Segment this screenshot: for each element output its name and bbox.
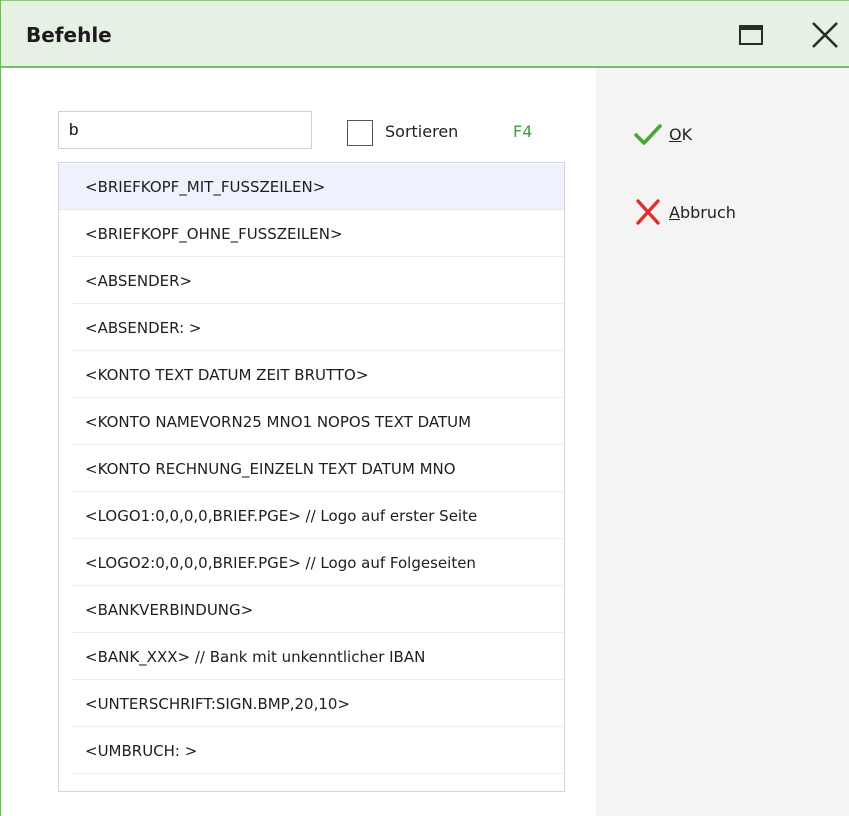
sort-label[interactable]: Sortieren xyxy=(385,122,458,141)
ok-button[interactable]: OK xyxy=(633,119,823,149)
ok-button-label: OK xyxy=(669,124,693,144)
commands-dialog: Befehle Sortieren F4 <BRIEFKOPF_MIT_FUSS… xyxy=(0,0,849,816)
command-list-item[interactable]: <ABSENDER: > xyxy=(71,305,563,351)
command-list-item[interactable]: <KONTO RECHNUNG_EINZELN TEXT DATUM MNO xyxy=(71,446,563,492)
command-list[interactable]: <BRIEFKOPF_MIT_FUSSZEILEN> <BRIEFKOPF_OHN… xyxy=(58,162,565,792)
title-bar[interactable]: Befehle xyxy=(1,0,849,68)
cancel-button[interactable]: Abbruch xyxy=(633,197,823,227)
command-list-item[interactable]: <KONTO NAMEVORN25 MNO1 NOPOS TEXT DATUM xyxy=(71,399,563,445)
command-list-item[interactable]: <UNTERSCHRIFT:SIGN.BMP,20,10> xyxy=(71,681,563,727)
maximize-icon[interactable] xyxy=(739,25,763,45)
button-pane xyxy=(596,68,849,816)
dialog-title: Befehle xyxy=(26,23,112,47)
command-list-item[interactable]: <BANKVERBINDUNG> xyxy=(71,587,563,633)
command-list-item[interactable]: <LOGO2:0,0,0,0,BRIEF.PGE> // Logo auf Fo… xyxy=(71,540,563,586)
command-list-item[interactable]: <KONTO TEXT DATUM ZEIT BRUTTO> xyxy=(71,352,563,398)
checkmark-icon xyxy=(634,124,662,145)
command-list-item[interactable]: <ABSENDER> xyxy=(71,258,563,304)
cross-icon xyxy=(636,199,660,225)
close-icon[interactable] xyxy=(810,21,840,49)
command-list-item[interactable]: <BRIEFKOPF_OHNE_FUSSZEILEN> xyxy=(71,211,563,257)
search-input[interactable] xyxy=(58,111,312,149)
command-list-item[interactable]: <LOGO1:0,0,0,0,BRIEF.PGE> // Logo auf er… xyxy=(71,493,563,539)
cancel-button-label: Abbruch xyxy=(669,202,736,222)
command-list-item[interactable]: <UMBRUCH: > xyxy=(71,728,563,774)
sort-checkbox[interactable] xyxy=(347,120,373,146)
command-list-item[interactable]: <BANK_XXX> // Bank mit unkenntlicher IBA… xyxy=(71,634,563,680)
sort-shortcut-hint: F4 xyxy=(513,122,533,141)
command-list-item[interactable]: <BRIEFKOPF_MIT_FUSSZEILEN> xyxy=(59,164,564,210)
